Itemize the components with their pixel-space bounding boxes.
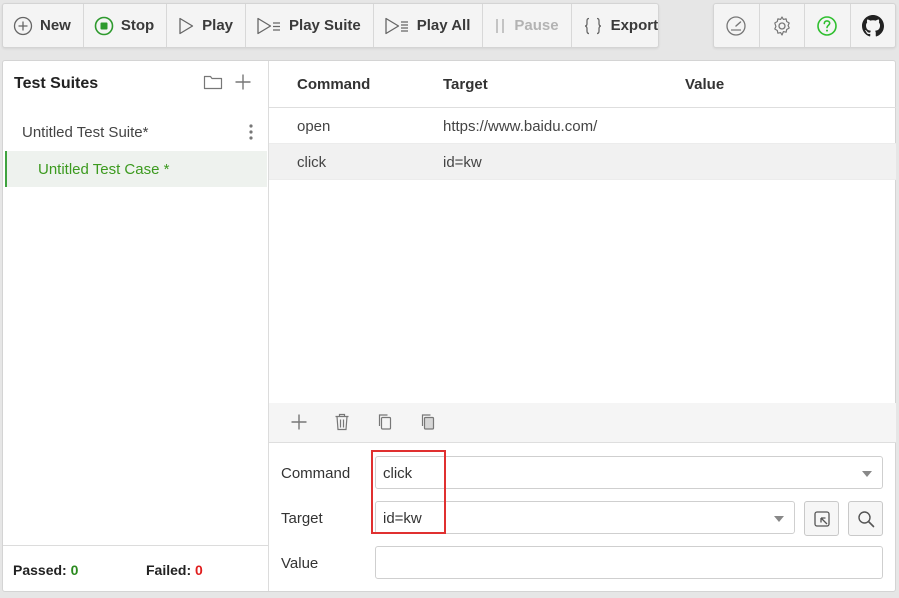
more-vertical-icon[interactable] xyxy=(247,123,255,141)
test-suite-label: Untitled Test Suite* xyxy=(22,124,149,141)
export-button[interactable]: Export xyxy=(572,4,671,47)
folder-icon[interactable] xyxy=(203,73,223,91)
export-button-label: Export xyxy=(610,17,659,34)
speed-gauge-icon xyxy=(726,15,746,36)
play-suite-icon xyxy=(257,17,281,34)
help-button[interactable] xyxy=(805,4,851,47)
search-icon xyxy=(857,510,874,527)
play-all-icon xyxy=(385,17,408,34)
test-suite-item[interactable]: Untitled Test Suite* xyxy=(3,116,267,148)
select-target-icon xyxy=(813,510,830,527)
copy-icon[interactable] xyxy=(377,413,393,431)
failed-count: Failed: 0 xyxy=(146,562,203,578)
plus-circle-icon xyxy=(13,16,33,35)
speed-button[interactable] xyxy=(714,4,760,47)
settings-button[interactable] xyxy=(760,4,805,47)
row-target: id=kw xyxy=(443,154,482,171)
stop-icon xyxy=(94,16,114,35)
stop-button-label: Stop xyxy=(120,17,155,34)
play-suite-button-label: Play Suite xyxy=(289,17,361,34)
paste-icon[interactable] xyxy=(420,413,436,431)
command-field[interactable]: click xyxy=(375,456,883,489)
passed-label: Passed: xyxy=(13,562,67,578)
new-button[interactable]: New xyxy=(3,4,84,47)
command-field-label: Command xyxy=(281,465,351,482)
row-target: https://www.baidu.com/ xyxy=(443,118,598,135)
failed-label: Failed: xyxy=(146,562,192,578)
github-button[interactable] xyxy=(851,4,896,47)
test-case-label: Untitled Test Case * xyxy=(38,161,170,178)
results-footer: Passed: 0 Failed: 0 xyxy=(3,545,268,591)
table-row[interactable]: open https://www.baidu.com/ xyxy=(269,108,896,144)
utility-toolbar xyxy=(713,3,896,48)
github-icon xyxy=(861,14,884,36)
sidebar-title: Test Suites xyxy=(14,75,99,92)
play-all-button-label: Play All xyxy=(416,17,471,34)
pause-button-label: Pause xyxy=(514,17,559,34)
trash-icon[interactable] xyxy=(334,413,350,431)
row-command: open xyxy=(297,118,331,135)
play-all-button[interactable]: Play All xyxy=(374,4,484,47)
header-command: Command xyxy=(297,76,371,93)
add-command-icon[interactable] xyxy=(290,413,308,431)
select-target-button[interactable] xyxy=(804,501,839,536)
target-field-label: Target xyxy=(281,510,323,527)
passed-value: 0 xyxy=(70,562,79,578)
stop-button[interactable]: Stop xyxy=(84,4,168,47)
target-field-value: id=kw xyxy=(383,510,422,527)
main-toolbar: New Stop Play Play Suite Play All Pause … xyxy=(2,3,659,48)
add-suite-icon[interactable] xyxy=(234,73,252,91)
help-icon xyxy=(817,15,838,36)
chevron-down-icon[interactable] xyxy=(862,471,872,477)
new-button-label: New xyxy=(40,17,71,34)
command-table: Command Target Value open https://www.ba… xyxy=(269,61,896,403)
find-target-button[interactable] xyxy=(848,501,883,536)
pause-button[interactable]: Pause xyxy=(483,4,572,47)
passed-count: Passed: 0 xyxy=(13,562,78,578)
failed-value: 0 xyxy=(195,562,203,578)
header-target: Target xyxy=(443,76,488,93)
target-field[interactable]: id=kw xyxy=(375,501,795,534)
test-suites-sidebar: Test Suites Untitled Test Suite* Untitle… xyxy=(3,61,269,591)
chevron-down-icon[interactable] xyxy=(774,516,784,522)
pause-icon xyxy=(496,18,505,33)
main-panel: Test Suites Untitled Test Suite* Untitle… xyxy=(2,60,896,592)
braces-icon xyxy=(584,17,601,34)
gear-icon xyxy=(773,15,790,36)
value-field-label: Value xyxy=(281,555,319,572)
play-suite-button[interactable]: Play Suite xyxy=(246,4,374,47)
play-icon xyxy=(179,17,194,34)
play-button[interactable]: Play xyxy=(167,4,247,47)
value-field[interactable] xyxy=(375,546,883,579)
header-value: Value xyxy=(685,76,725,93)
test-case-item[interactable]: Untitled Test Case * xyxy=(5,151,267,187)
table-row-selected[interactable]: click id=kw xyxy=(269,144,896,180)
command-editor: Command click Target id=kw Value xyxy=(269,443,896,591)
table-header: Command Target Value xyxy=(269,61,896,108)
command-actions-bar xyxy=(269,403,896,443)
command-field-value: click xyxy=(383,465,413,482)
row-command: click xyxy=(297,154,327,171)
play-button-label: Play xyxy=(202,17,234,34)
